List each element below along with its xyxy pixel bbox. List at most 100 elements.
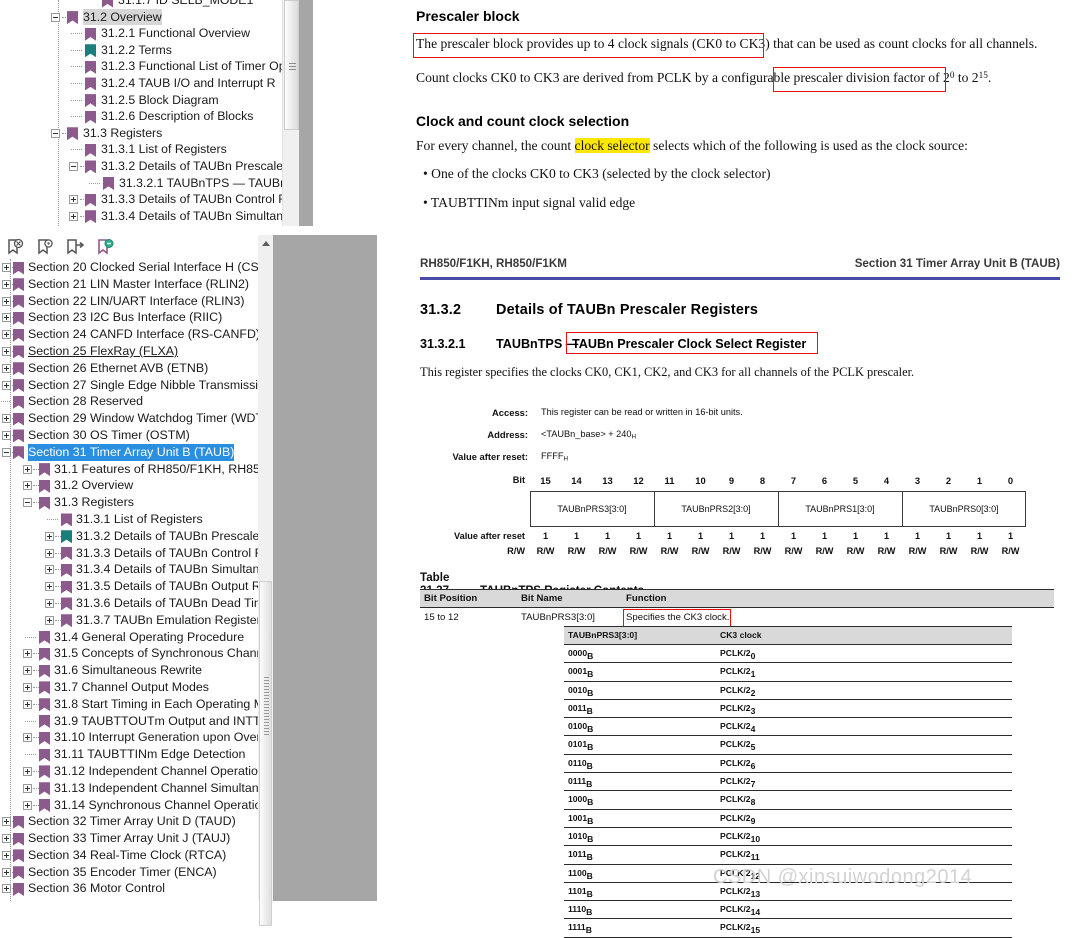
scrollbar-thumb[interactable] (284, 0, 299, 130)
bookmark-item[interactable]: 31.2 Overview (0, 8, 302, 26)
bookmark-item[interactable]: Section 26 Ethernet AVB (ETNB) (0, 360, 258, 377)
bookmark-panel-upper[interactable]: 31.1.7 ID SELB_MODE1 31.2 Overview 31.2.1 … (0, 0, 302, 226)
bookmark-item[interactable]: 31.3.7 TAUBn Emulation Register (0, 612, 258, 629)
bookmark-item[interactable]: 31.2.1 Functional Overview (0, 25, 302, 42)
tree-expander-icon[interactable] (2, 850, 11, 860)
bookmark-item[interactable]: Section 33 Timer Array Unit J (TAUJ) (0, 830, 258, 847)
bookmark-item[interactable]: Section 36 Motor Control (0, 880, 258, 897)
tree-expander-icon[interactable] (2, 884, 11, 894)
bookmark-item[interactable]: Section 22 LIN/UART Interface (RLIN3) (0, 293, 258, 310)
bookmark-item[interactable]: 31.7 Channel Output Modes (0, 679, 258, 696)
bookmark-item[interactable]: Section 21 LIN Master Interface (RLIN2) (0, 276, 258, 293)
bookmark-list-lower[interactable]: Section 20 Clocked Serial Interface H (C… (0, 259, 258, 897)
bookmark-goto-icon[interactable] (66, 238, 85, 256)
bookmark-item[interactable]: Section 34 Real-Time Clock (RTCA) (0, 847, 258, 864)
bookmark-item[interactable]: Section 24 CANFD Interface (RS-CANFD) (0, 326, 258, 343)
bookmark-new-icon[interactable] (96, 238, 115, 256)
bookmark-item[interactable]: Section 35 Encoder Timer (ENCA) (0, 864, 258, 881)
bookmark-item[interactable]: 31.3.6 Details of TAUBn Dead Time (0, 595, 258, 612)
tree-expander-icon[interactable] (2, 834, 11, 844)
lower-panel-scrollbar[interactable] (258, 235, 273, 926)
bookmark-item[interactable]: Section 29 Window Watchdog Timer (WDT (0, 410, 258, 427)
bookmark-delete-icon[interactable] (6, 238, 25, 256)
tree-expander-icon[interactable] (2, 380, 11, 390)
bookmark-item[interactable]: 31.3 Registers (0, 494, 258, 511)
tree-expander-icon[interactable] (51, 12, 60, 22)
bookmark-item[interactable]: Section 20 Clocked Serial Interface H (C… (0, 259, 258, 276)
bookmark-item[interactable]: 31.10 Interrupt Generation upon Overf (0, 729, 258, 746)
bookmark-item[interactable]: 31.12 Independent Channel Operation (0, 763, 258, 780)
tree-expander-icon[interactable] (23, 733, 32, 743)
bookmark-item[interactable]: 31.2.2 Terms (0, 42, 302, 59)
bookmark-item[interactable]: 31.3.2 Details of TAUBn Prescaler (0, 158, 302, 175)
bookmark-item[interactable]: Section 30 OS Timer (OSTM) (0, 427, 258, 444)
tree-expander-icon[interactable] (45, 531, 54, 541)
bookmark-item[interactable]: 31.9 TAUBTTOUTm Output and INTTA (0, 713, 258, 730)
scrollbar-thumb-lower[interactable] (259, 581, 272, 926)
tree-expander-icon[interactable] (23, 666, 32, 676)
bookmark-item[interactable]: Section 31 Timer Array Unit B (TAUB) (0, 443, 258, 461)
bookmark-item[interactable]: 31.2.4 TAUB I/O and Interrupt R (0, 75, 302, 92)
bookmark-item[interactable]: 31.3.1 List of Registers (0, 141, 302, 158)
scroll-up-arrow-icon[interactable] (258, 235, 273, 250)
tree-expander-icon[interactable] (23, 800, 32, 810)
bookmark-item[interactable]: 31.3.5 Details of TAUBn Output Reg (0, 578, 258, 595)
bookmark-item[interactable]: 31.1.7 ID SELB_MODE1 (0, 0, 302, 9)
tree-expander-icon[interactable] (2, 363, 11, 373)
bookmark-item[interactable]: Section 32 Timer Array Unit D (TAUD) (0, 813, 258, 830)
bookmark-item[interactable]: 31.13 Independent Channel Simultaneo (0, 780, 258, 797)
tree-expander-icon[interactable] (2, 430, 11, 440)
tree-expander-icon[interactable] (69, 161, 78, 171)
bookmark-item[interactable]: 31.2.6 Description of Blocks (0, 108, 302, 125)
tree-expander-icon[interactable] (2, 330, 11, 340)
bookmark-item[interactable]: 31.11 TAUBTTINm Edge Detection (0, 746, 258, 763)
tree-expander-icon[interactable] (2, 296, 11, 306)
tree-expander-icon[interactable] (2, 263, 11, 272)
tree-expander-icon[interactable] (69, 195, 78, 205)
bookmark-item[interactable]: 31.3.2.1 TAUBnTPS — TAUBn (0, 175, 302, 192)
tree-expander-icon[interactable] (2, 279, 11, 289)
bookmark-find-icon[interactable] (36, 238, 55, 256)
tree-expander-icon[interactable] (45, 615, 54, 625)
tree-expander-icon[interactable] (45, 548, 54, 558)
bookmark-item[interactable]: 31.2 Overview (0, 477, 258, 494)
tree-expander-icon[interactable] (2, 313, 11, 323)
bookmark-item[interactable]: 31.4 General Operating Procedure (0, 629, 258, 646)
upper-panel-scrollbar[interactable] (282, 0, 300, 226)
tree-expander-icon[interactable] (51, 128, 60, 138)
bookmark-item[interactable]: 31.8 Start Timing in Each Operating Mo (0, 696, 258, 713)
tree-expander-icon[interactable] (69, 211, 78, 221)
tree-expander-icon[interactable] (23, 481, 32, 491)
tree-expander-icon[interactable] (23, 699, 32, 709)
bookmark-item[interactable]: 31.3.1 List of Registers (0, 511, 258, 528)
tree-expander-icon[interactable] (45, 565, 54, 575)
bookmark-item[interactable]: 31.3.3 Details of TAUBn Control R (0, 191, 302, 208)
tree-expander-icon[interactable] (23, 766, 32, 776)
bookmark-item[interactable]: 31.5 Concepts of Synchronous Channel (0, 645, 258, 662)
tree-expander-icon[interactable] (45, 598, 54, 608)
bookmark-item[interactable]: 31.3.3 Details of TAUBn Control Reg (0, 545, 258, 562)
tree-expander-icon[interactable] (23, 498, 32, 508)
tree-expander-icon[interactable] (23, 464, 32, 474)
bookmark-item[interactable]: 31.14 Synchronous Channel Operation (0, 797, 258, 814)
tree-expander-icon[interactable] (2, 447, 11, 457)
tree-expander-icon[interactable] (23, 783, 32, 793)
bookmark-list-upper[interactable]: 31.1.7 ID SELB_MODE1 31.2 Overview 31.2.1 … (0, 0, 302, 224)
tree-expander-icon[interactable] (2, 346, 11, 356)
tree-expander-icon[interactable] (2, 867, 11, 877)
bookmark-item[interactable]: 31.6 Simultaneous Rewrite (0, 662, 258, 679)
bookmark-item[interactable]: Section 25 FlexRay (FLXA) (0, 343, 258, 360)
bookmark-item[interactable]: 31.2.3 Functional List of Timer Op (0, 58, 302, 75)
bookmark-item[interactable]: 31.3.4 Details of TAUBn Simultan (0, 208, 302, 225)
tree-expander-icon[interactable] (2, 414, 11, 424)
bookmark-item[interactable]: 31.3.4 Details of TAUBn Simultaneo (0, 561, 258, 578)
tree-expander-icon[interactable] (45, 582, 54, 592)
bookmark-item[interactable]: 31.1 Features of RH850/F1KH, RH850/F (0, 461, 258, 478)
bookmark-item[interactable]: Section 23 I2C Bus Interface (RIIC) (0, 309, 258, 326)
bookmark-toolbar[interactable] (0, 235, 258, 259)
bookmark-item[interactable]: Section 28 Reserved (0, 393, 258, 410)
bookmark-item[interactable]: 31.2.5 Block Diagram (0, 92, 302, 109)
bookmark-item[interactable]: Section 27 Single Edge Nibble Transmissi… (0, 377, 258, 394)
tree-expander-icon[interactable] (23, 649, 32, 659)
bookmark-panel-lower[interactable]: Section 20 Clocked Serial Interface H (C… (0, 259, 258, 901)
